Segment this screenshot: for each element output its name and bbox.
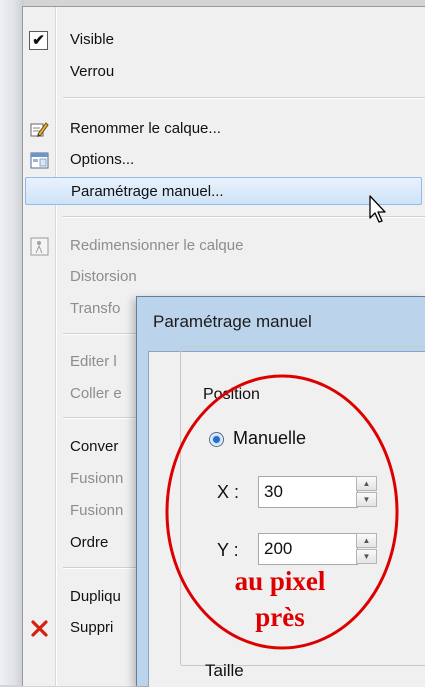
desktop-edge [0,0,24,685]
menu-item-label: Renommer le calque... [70,120,221,137]
size-group-label: Taille [205,661,244,680]
menu-item-label: Verrou [70,63,115,80]
rename-pencil-icon [30,122,49,137]
menu-item-label: Conver [70,438,119,455]
menu-item-label: Coller e [70,385,122,402]
delete-x-icon [31,620,48,637]
menu-item-label: Paramétrage manuel... [71,183,224,200]
resize-layer-icon [30,237,49,256]
checkmark-icon: ✔ [29,31,48,50]
menu-item-rename[interactable]: Renommer le calque... [23,115,425,143]
menu-item-visible[interactable]: ✔ Visible [23,26,425,54]
menu-item-label: Fusionn [70,470,124,487]
menu-item-label: Dupliqu [70,588,121,605]
menu-separator [63,97,425,99]
menu-item-label: Ordre [70,534,109,551]
menu-item-label: Options... [70,151,135,168]
menu-item-manual-setup[interactable]: Paramétrage manuel... [25,177,422,205]
options-window-icon [30,152,49,169]
menu-item-options[interactable]: Options... [23,146,425,174]
menu-item-lock[interactable]: Verrou [23,58,425,86]
menu-item-label: Editer l [70,353,117,370]
menu-item-distortion[interactable]: Distorsion [23,263,425,291]
menu-item-label: Transfo [70,300,121,317]
menu-item-label: Suppri [70,619,114,636]
menu-item-label: Distorsion [70,268,137,285]
annotation-text-line2: près [255,602,305,632]
menu-item-label: Visible [70,31,114,48]
mouse-pointer-icon [369,195,386,223]
dialog-title: Paramétrage manuel [153,312,312,331]
menu-item-resize-layer[interactable]: Redimensionner le calque [23,232,425,260]
menu-item-label: Fusionn [70,502,124,519]
menu-item-label: Redimensionner le calque [70,237,244,254]
annotation-text-line1: au pixel [234,566,326,596]
